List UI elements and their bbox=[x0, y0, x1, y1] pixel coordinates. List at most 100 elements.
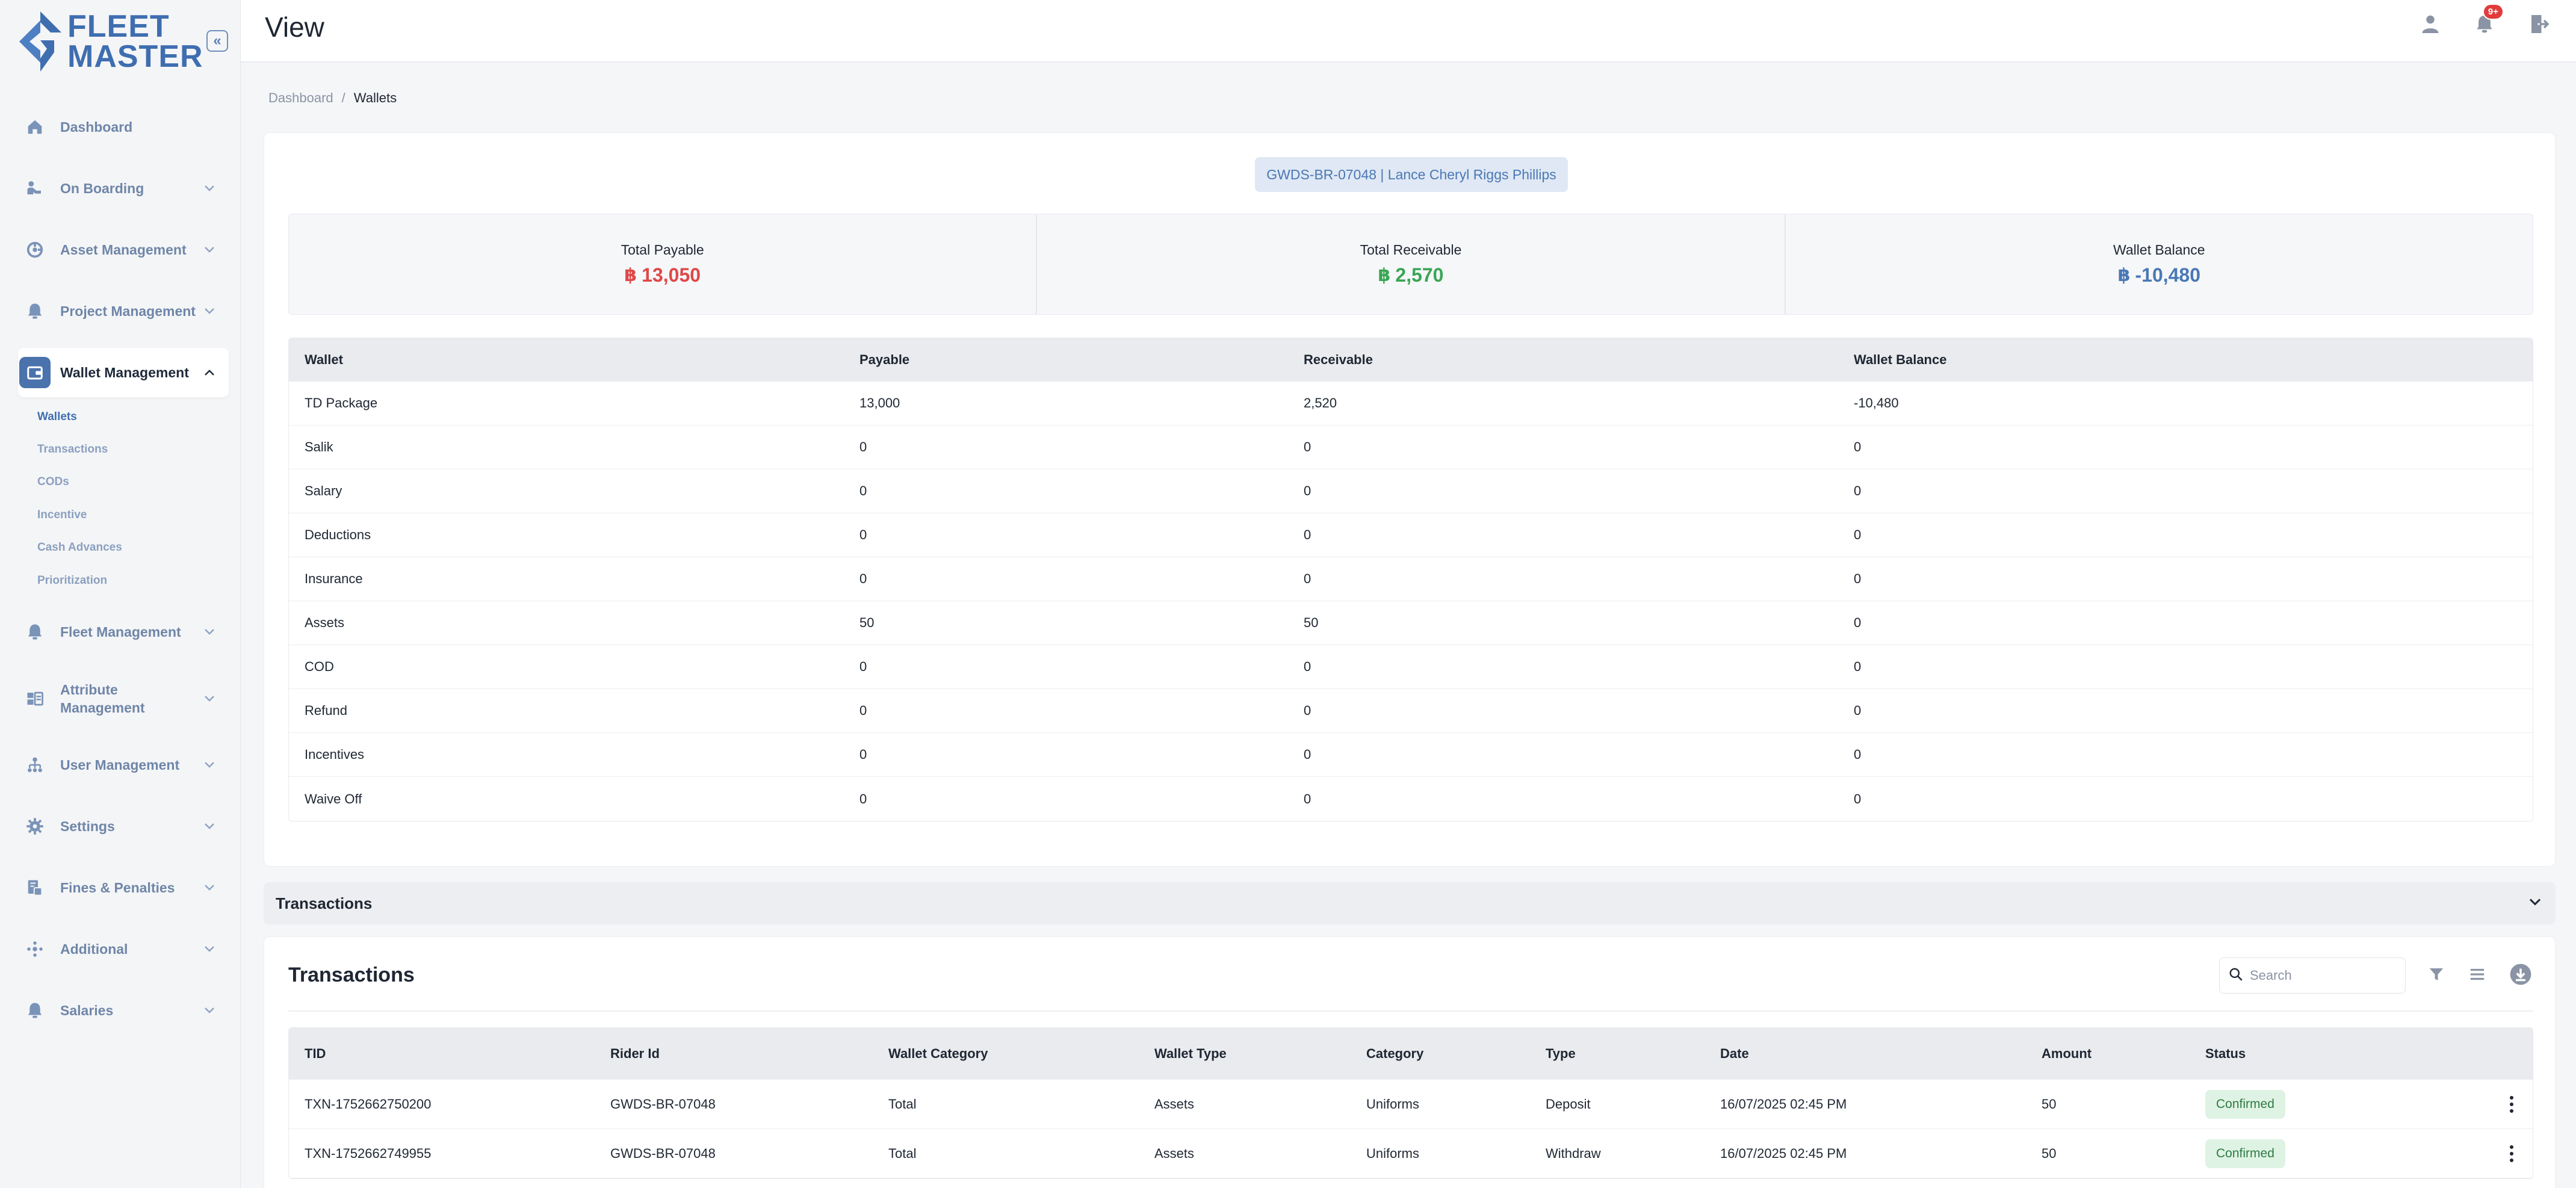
sidebar-item-label: Fines & Penalties bbox=[60, 880, 175, 896]
collapse-sidebar-button[interactable]: « bbox=[206, 30, 228, 52]
table-row: Incentives 0 0 0 bbox=[289, 733, 2533, 777]
summary-total-receivable: Total Receivable ฿ 2,570 bbox=[1037, 214, 1786, 314]
users-icon bbox=[19, 749, 51, 781]
more-vertical-icon[interactable] bbox=[2503, 1142, 2521, 1166]
table-row: Salary 0 0 0 bbox=[289, 469, 2533, 513]
table-cell: 0 bbox=[1854, 747, 1862, 762]
column-header[interactable]: Rider Id bbox=[610, 1046, 888, 1062]
column-header-status[interactable]: Status bbox=[2205, 1046, 2533, 1062]
sidebar-item-attribute-management[interactable]: Attribute Management bbox=[18, 669, 229, 729]
summary-total-payable: Total Payable ฿ 13,050 bbox=[289, 214, 1038, 314]
table-header-row: Wallet Payable Receivable Wallet Balance bbox=[289, 338, 2533, 382]
table-cell: 50 bbox=[2042, 1096, 2057, 1112]
wallet-summary: Total Payable ฿ 13,050 Total Receivable … bbox=[288, 214, 2533, 315]
sidebar-item-project-management[interactable]: Project Management bbox=[18, 286, 229, 336]
logo-mark-icon bbox=[18, 10, 63, 73]
table-cell: 0 bbox=[859, 527, 867, 542]
table-cell: 0 bbox=[1304, 747, 1311, 762]
table-cell: 0 bbox=[1304, 527, 1311, 542]
subnav-item-cods[interactable]: CODs bbox=[37, 475, 69, 489]
header-actions: 9+ bbox=[2417, 4, 2552, 39]
subnav-item-transactions[interactable]: Transactions bbox=[37, 443, 108, 456]
column-header[interactable]: Date bbox=[1720, 1046, 2042, 1062]
subnav-item-prioritization[interactable]: Prioritization bbox=[37, 574, 107, 587]
table-cell: TD Package bbox=[305, 395, 378, 410]
subnav-item-cash-advances[interactable]: Cash Advances bbox=[37, 541, 122, 554]
column-header[interactable]: Receivable bbox=[1304, 352, 1854, 368]
table-cell: 0 bbox=[1854, 615, 1862, 630]
table-cell: Incentives bbox=[305, 747, 365, 762]
status-badge: Confirmed bbox=[2205, 1139, 2285, 1168]
sidebar-item-salaries[interactable]: Salaries bbox=[18, 986, 229, 1035]
column-header-label: Status bbox=[2205, 1045, 2246, 1061]
table-row[interactable]: TXN-1752662750200 GWDS-BR-07048 Total As… bbox=[289, 1080, 2533, 1129]
table-cell: 50 bbox=[1304, 615, 1319, 630]
sidebar-item-settings[interactable]: Settings bbox=[18, 802, 229, 851]
download-icon[interactable] bbox=[2509, 963, 2532, 989]
chevron-down-icon bbox=[197, 876, 221, 900]
sidebar-item-on-boarding[interactable]: On Boarding bbox=[18, 164, 229, 213]
table-cell: 0 bbox=[1854, 659, 1862, 674]
chevron-down-icon bbox=[197, 687, 221, 711]
column-header[interactable]: Wallet Category bbox=[888, 1046, 1154, 1062]
breadcrumb-dashboard[interactable]: Dashboard bbox=[268, 90, 333, 106]
chevron-down-icon bbox=[197, 753, 221, 777]
wallet-balance-value: -10,480 bbox=[2135, 264, 2201, 286]
sidebar-item-fines-penalties[interactable]: Fines & Penalties bbox=[18, 863, 229, 912]
subnav-item-incentive[interactable]: Incentive bbox=[37, 509, 87, 522]
chevron-down-icon bbox=[197, 176, 221, 200]
table-cell: 0 bbox=[859, 703, 867, 718]
search-input[interactable] bbox=[2250, 968, 2394, 983]
table-cell: Withdraw bbox=[1546, 1145, 1601, 1161]
column-header[interactable]: TID bbox=[289, 1046, 610, 1062]
column-header[interactable]: Wallet bbox=[289, 352, 859, 368]
breadcrumb-separator: / bbox=[341, 90, 345, 105]
column-header[interactable]: Type bbox=[1546, 1046, 1720, 1062]
table-row: Salik 0 0 0 bbox=[289, 425, 2533, 469]
column-header[interactable]: Wallet Type bbox=[1154, 1046, 1366, 1062]
summary-value: ฿ 2,570 bbox=[1378, 264, 1444, 286]
additional-icon bbox=[19, 933, 51, 965]
table-row: Waive Off 0 0 0 bbox=[289, 777, 2533, 821]
sidebar-item-fleet-management[interactable]: Fleet Management bbox=[18, 607, 229, 657]
summary-value: ฿ 13,050 bbox=[624, 264, 701, 286]
table-row: TD Package 13,000 2,520 -10,480 bbox=[289, 382, 2533, 425]
table-row: Refund 0 0 0 bbox=[289, 689, 2533, 733]
table-cell: Total bbox=[888, 1096, 917, 1112]
transactions-accordion[interactable]: Transactions bbox=[264, 882, 2556, 924]
table-row[interactable]: TXN-1752662749955 GWDS-BR-07048 Total As… bbox=[289, 1129, 2533, 1178]
logout-button[interactable] bbox=[2525, 12, 2552, 39]
chevron-down-icon bbox=[197, 620, 221, 644]
transactions-card: Transactions TID Rider Id Wallet Categor… bbox=[264, 936, 2556, 1188]
logo-line-2: MASTER bbox=[67, 39, 203, 74]
more-vertical-icon[interactable] bbox=[2503, 1092, 2521, 1116]
sidebar-item-label: Wallet Management bbox=[60, 365, 189, 380]
sidebar-item-wallet-management[interactable]: Wallet Management bbox=[18, 348, 229, 397]
column-header[interactable]: Wallet Balance bbox=[1854, 352, 2533, 368]
collapse-icon: « bbox=[213, 32, 221, 49]
sidebar-item-user-management[interactable]: User Management bbox=[18, 740, 229, 790]
table-cell: 0 bbox=[859, 659, 867, 674]
table-cell: 0 bbox=[859, 747, 867, 762]
subnav-item-wallets[interactable]: Wallets bbox=[37, 410, 77, 424]
table-cell: TXN-1752662749955 bbox=[305, 1145, 432, 1161]
column-header[interactable]: Amount bbox=[2042, 1046, 2205, 1062]
table-row: Insurance 0 0 0 bbox=[289, 557, 2533, 601]
status-badge: Confirmed bbox=[2205, 1089, 2285, 1119]
fines-icon bbox=[19, 872, 51, 903]
sidebar-item-additional[interactable]: Additional bbox=[18, 924, 229, 974]
table-cell: Uniforms bbox=[1366, 1145, 1420, 1161]
breadcrumb: Dashboard / Wallets bbox=[268, 90, 397, 106]
column-header[interactable]: Payable bbox=[859, 352, 1304, 368]
sidebar-item-asset-management[interactable]: Asset Management bbox=[18, 225, 229, 274]
home-icon bbox=[19, 111, 51, 143]
table-cell: GWDS-BR-07048 bbox=[610, 1096, 716, 1112]
notifications-button[interactable]: 9+ bbox=[2471, 4, 2504, 39]
sidebar-item-dashboard[interactable]: Dashboard bbox=[18, 102, 229, 152]
column-header[interactable]: Category bbox=[1366, 1046, 1546, 1062]
profile-button[interactable] bbox=[2417, 12, 2444, 39]
app-logo[interactable]: FLEET MASTER bbox=[18, 8, 203, 75]
columns-icon[interactable] bbox=[2467, 965, 2488, 986]
rider-chip: GWDS-BR-07048 | Lance Cheryl Riggs Phill… bbox=[1255, 157, 1568, 192]
filter-icon[interactable] bbox=[2427, 965, 2445, 986]
